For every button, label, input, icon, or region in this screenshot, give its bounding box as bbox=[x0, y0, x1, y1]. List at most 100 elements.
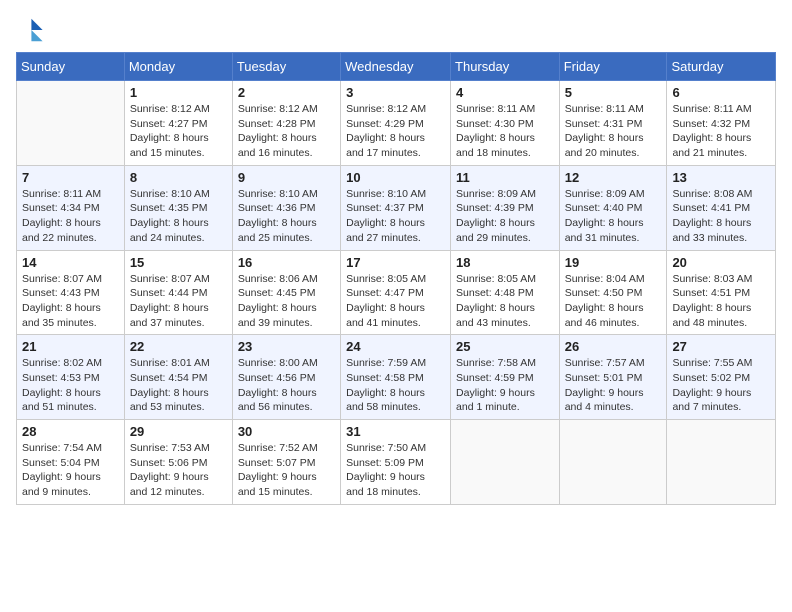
day-number: 28 bbox=[22, 424, 119, 439]
calendar-cell: 19 Sunrise: 8:04 AMSunset: 4:50 PMDaylig… bbox=[559, 250, 667, 335]
day-number: 17 bbox=[346, 255, 445, 270]
calendar-cell: 11 Sunrise: 8:09 AMSunset: 4:39 PMDaylig… bbox=[451, 165, 560, 250]
calendar-cell: 26 Sunrise: 7:57 AMSunset: 5:01 PMDaylig… bbox=[559, 335, 667, 420]
calendar-cell: 4 Sunrise: 8:11 AMSunset: 4:30 PMDayligh… bbox=[451, 81, 560, 166]
calendar-cell: 5 Sunrise: 8:11 AMSunset: 4:31 PMDayligh… bbox=[559, 81, 667, 166]
logo-icon bbox=[16, 16, 44, 44]
cell-info: Sunrise: 8:00 AMSunset: 4:56 PMDaylight:… bbox=[238, 356, 335, 415]
cell-info: Sunrise: 8:10 AMSunset: 4:36 PMDaylight:… bbox=[238, 187, 335, 246]
day-number: 30 bbox=[238, 424, 335, 439]
calendar-cell: 9 Sunrise: 8:10 AMSunset: 4:36 PMDayligh… bbox=[232, 165, 340, 250]
calendar-cell bbox=[17, 81, 125, 166]
day-number: 4 bbox=[456, 85, 554, 100]
day-number: 9 bbox=[238, 170, 335, 185]
logo bbox=[16, 16, 48, 44]
calendar-cell: 31 Sunrise: 7:50 AMSunset: 5:09 PMDaylig… bbox=[341, 420, 451, 505]
calendar-cell: 2 Sunrise: 8:12 AMSunset: 4:28 PMDayligh… bbox=[232, 81, 340, 166]
calendar-cell: 23 Sunrise: 8:00 AMSunset: 4:56 PMDaylig… bbox=[232, 335, 340, 420]
day-number: 31 bbox=[346, 424, 445, 439]
week-row-3: 14 Sunrise: 8:07 AMSunset: 4:43 PMDaylig… bbox=[17, 250, 776, 335]
cell-info: Sunrise: 8:10 AMSunset: 4:35 PMDaylight:… bbox=[130, 187, 227, 246]
calendar-cell: 18 Sunrise: 8:05 AMSunset: 4:48 PMDaylig… bbox=[451, 250, 560, 335]
cell-info: Sunrise: 7:52 AMSunset: 5:07 PMDaylight:… bbox=[238, 441, 335, 500]
calendar-cell: 1 Sunrise: 8:12 AMSunset: 4:27 PMDayligh… bbox=[124, 81, 232, 166]
day-number: 8 bbox=[130, 170, 227, 185]
day-number: 23 bbox=[238, 339, 335, 354]
cell-info: Sunrise: 7:50 AMSunset: 5:09 PMDaylight:… bbox=[346, 441, 445, 500]
cell-info: Sunrise: 8:11 AMSunset: 4:30 PMDaylight:… bbox=[456, 102, 554, 161]
weekday-header-friday: Friday bbox=[559, 53, 667, 81]
cell-info: Sunrise: 8:10 AMSunset: 4:37 PMDaylight:… bbox=[346, 187, 445, 246]
calendar-cell: 21 Sunrise: 8:02 AMSunset: 4:53 PMDaylig… bbox=[17, 335, 125, 420]
weekday-header-saturday: Saturday bbox=[667, 53, 776, 81]
day-number: 2 bbox=[238, 85, 335, 100]
cell-info: Sunrise: 8:01 AMSunset: 4:54 PMDaylight:… bbox=[130, 356, 227, 415]
day-number: 10 bbox=[346, 170, 445, 185]
day-number: 26 bbox=[565, 339, 662, 354]
weekday-header-monday: Monday bbox=[124, 53, 232, 81]
calendar-cell bbox=[667, 420, 776, 505]
calendar-cell: 7 Sunrise: 8:11 AMSunset: 4:34 PMDayligh… bbox=[17, 165, 125, 250]
day-number: 25 bbox=[456, 339, 554, 354]
cell-info: Sunrise: 7:59 AMSunset: 4:58 PMDaylight:… bbox=[346, 356, 445, 415]
cell-info: Sunrise: 7:54 AMSunset: 5:04 PMDaylight:… bbox=[22, 441, 119, 500]
cell-info: Sunrise: 7:57 AMSunset: 5:01 PMDaylight:… bbox=[565, 356, 662, 415]
calendar-cell: 16 Sunrise: 8:06 AMSunset: 4:45 PMDaylig… bbox=[232, 250, 340, 335]
calendar-cell: 29 Sunrise: 7:53 AMSunset: 5:06 PMDaylig… bbox=[124, 420, 232, 505]
cell-info: Sunrise: 8:05 AMSunset: 4:47 PMDaylight:… bbox=[346, 272, 445, 331]
day-number: 27 bbox=[672, 339, 770, 354]
day-number: 29 bbox=[130, 424, 227, 439]
calendar-cell bbox=[451, 420, 560, 505]
cell-info: Sunrise: 8:09 AMSunset: 4:40 PMDaylight:… bbox=[565, 187, 662, 246]
cell-info: Sunrise: 8:09 AMSunset: 4:39 PMDaylight:… bbox=[456, 187, 554, 246]
calendar-cell: 17 Sunrise: 8:05 AMSunset: 4:47 PMDaylig… bbox=[341, 250, 451, 335]
cell-info: Sunrise: 8:02 AMSunset: 4:53 PMDaylight:… bbox=[22, 356, 119, 415]
day-number: 11 bbox=[456, 170, 554, 185]
day-number: 14 bbox=[22, 255, 119, 270]
calendar-cell: 12 Sunrise: 8:09 AMSunset: 4:40 PMDaylig… bbox=[559, 165, 667, 250]
calendar-cell: 10 Sunrise: 8:10 AMSunset: 4:37 PMDaylig… bbox=[341, 165, 451, 250]
calendar-cell: 20 Sunrise: 8:03 AMSunset: 4:51 PMDaylig… bbox=[667, 250, 776, 335]
weekday-header-row: SundayMondayTuesdayWednesdayThursdayFrid… bbox=[17, 53, 776, 81]
day-number: 1 bbox=[130, 85, 227, 100]
calendar-cell: 13 Sunrise: 8:08 AMSunset: 4:41 PMDaylig… bbox=[667, 165, 776, 250]
calendar-cell: 30 Sunrise: 7:52 AMSunset: 5:07 PMDaylig… bbox=[232, 420, 340, 505]
cell-info: Sunrise: 8:04 AMSunset: 4:50 PMDaylight:… bbox=[565, 272, 662, 331]
cell-info: Sunrise: 8:12 AMSunset: 4:29 PMDaylight:… bbox=[346, 102, 445, 161]
week-row-5: 28 Sunrise: 7:54 AMSunset: 5:04 PMDaylig… bbox=[17, 420, 776, 505]
weekday-header-thursday: Thursday bbox=[451, 53, 560, 81]
cell-info: Sunrise: 8:06 AMSunset: 4:45 PMDaylight:… bbox=[238, 272, 335, 331]
weekday-header-sunday: Sunday bbox=[17, 53, 125, 81]
calendar-cell: 15 Sunrise: 8:07 AMSunset: 4:44 PMDaylig… bbox=[124, 250, 232, 335]
cell-info: Sunrise: 8:11 AMSunset: 4:31 PMDaylight:… bbox=[565, 102, 662, 161]
cell-info: Sunrise: 8:05 AMSunset: 4:48 PMDaylight:… bbox=[456, 272, 554, 331]
day-number: 6 bbox=[672, 85, 770, 100]
day-number: 20 bbox=[672, 255, 770, 270]
weekday-header-wednesday: Wednesday bbox=[341, 53, 451, 81]
calendar-cell: 6 Sunrise: 8:11 AMSunset: 4:32 PMDayligh… bbox=[667, 81, 776, 166]
calendar-cell: 25 Sunrise: 7:58 AMSunset: 4:59 PMDaylig… bbox=[451, 335, 560, 420]
day-number: 12 bbox=[565, 170, 662, 185]
weekday-header-tuesday: Tuesday bbox=[232, 53, 340, 81]
cell-info: Sunrise: 8:08 AMSunset: 4:41 PMDaylight:… bbox=[672, 187, 770, 246]
calendar-cell: 24 Sunrise: 7:59 AMSunset: 4:58 PMDaylig… bbox=[341, 335, 451, 420]
day-number: 19 bbox=[565, 255, 662, 270]
cell-info: Sunrise: 8:07 AMSunset: 4:44 PMDaylight:… bbox=[130, 272, 227, 331]
cell-info: Sunrise: 8:12 AMSunset: 4:28 PMDaylight:… bbox=[238, 102, 335, 161]
week-row-2: 7 Sunrise: 8:11 AMSunset: 4:34 PMDayligh… bbox=[17, 165, 776, 250]
calendar-cell: 14 Sunrise: 8:07 AMSunset: 4:43 PMDaylig… bbox=[17, 250, 125, 335]
day-number: 24 bbox=[346, 339, 445, 354]
cell-info: Sunrise: 7:53 AMSunset: 5:06 PMDaylight:… bbox=[130, 441, 227, 500]
day-number: 18 bbox=[456, 255, 554, 270]
cell-info: Sunrise: 8:11 AMSunset: 4:34 PMDaylight:… bbox=[22, 187, 119, 246]
day-number: 13 bbox=[672, 170, 770, 185]
day-number: 22 bbox=[130, 339, 227, 354]
day-number: 3 bbox=[346, 85, 445, 100]
calendar-cell: 3 Sunrise: 8:12 AMSunset: 4:29 PMDayligh… bbox=[341, 81, 451, 166]
cell-info: Sunrise: 8:11 AMSunset: 4:32 PMDaylight:… bbox=[672, 102, 770, 161]
week-row-4: 21 Sunrise: 8:02 AMSunset: 4:53 PMDaylig… bbox=[17, 335, 776, 420]
cell-info: Sunrise: 8:12 AMSunset: 4:27 PMDaylight:… bbox=[130, 102, 227, 161]
cell-info: Sunrise: 8:07 AMSunset: 4:43 PMDaylight:… bbox=[22, 272, 119, 331]
cell-info: Sunrise: 7:55 AMSunset: 5:02 PMDaylight:… bbox=[672, 356, 770, 415]
day-number: 7 bbox=[22, 170, 119, 185]
